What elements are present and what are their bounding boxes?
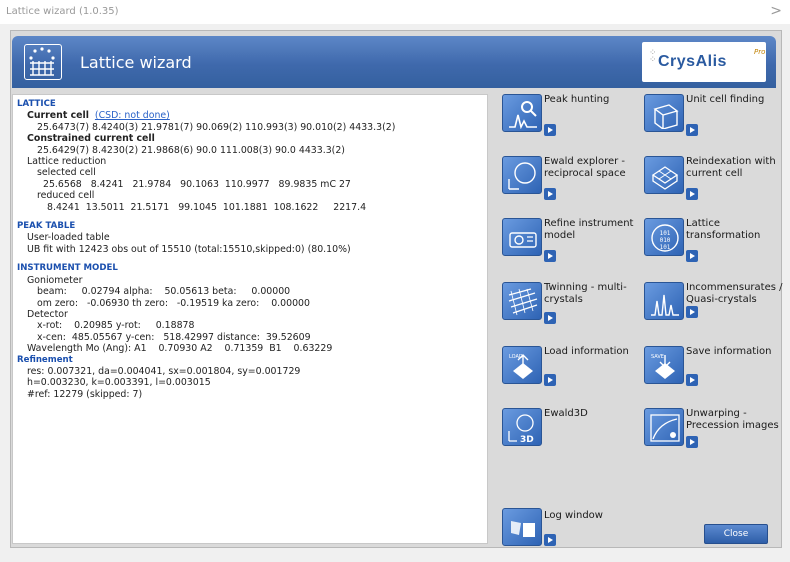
- peak-hunting-icon: [502, 94, 542, 132]
- wavelength-values: Wavelength Mo (Ang): A1 0.70930 A2 0.713…: [27, 343, 333, 355]
- lattice-transformation-go-icon[interactable]: [686, 250, 698, 262]
- ewald3d-label: Ewald3D: [544, 408, 588, 419]
- actions-panel: Peak hunting Unit cell finding Ewald exp…: [498, 88, 783, 546]
- log-window-label: Log window: [544, 510, 603, 521]
- twinning-button[interactable]: Twinning - multi-crystals: [502, 282, 648, 336]
- unit-cell-go-icon[interactable]: [686, 124, 698, 136]
- lattice-logo-icon: [24, 44, 62, 80]
- title-bar: Lattice wizard (1.0.35) >: [0, 0, 790, 24]
- refine-instrument-label: Refine instrument model: [544, 218, 634, 241]
- wizard-title: Lattice wizard: [80, 53, 192, 72]
- rot-values: x-rot: 0.20985 y-rot: 0.18878: [37, 320, 195, 332]
- instrument-model-heading: INSTRUMENT MODEL: [17, 263, 118, 274]
- peak-hunting-label: Peak hunting: [544, 94, 610, 105]
- load-go-icon[interactable]: [544, 374, 556, 386]
- lattice-transformation-label: Lattice transformation: [686, 218, 761, 241]
- load-information-label: Load information: [544, 346, 629, 357]
- reduced-cell-values: 8.4241 13.5011 21.5171 99.1045 101.1881 …: [47, 201, 367, 213]
- refinement-heading: Refinement: [17, 354, 73, 365]
- reindexation-label: Reindexation with current cell: [686, 156, 776, 179]
- detector-label: Detector: [27, 308, 68, 320]
- svg-text:010: 010: [660, 237, 671, 244]
- nref-values: #ref: 12279 (skipped: 7): [27, 388, 143, 400]
- brand-dots-icon: ⁘ ⁘: [649, 48, 657, 65]
- res-values: res: 0.007321, da=0.004041, sx=0.001804,…: [27, 365, 301, 377]
- unit-cell-icon: [644, 94, 684, 132]
- log-window-button[interactable]: Log window: [502, 508, 648, 562]
- brand-name: CrysAlis: [658, 53, 727, 70]
- current-cell-label: Current cell: [27, 110, 89, 122]
- peak-table-line-1: User-loaded table: [27, 232, 110, 244]
- ewald-explorer-label: Ewald explorer - reciprocal space: [544, 156, 626, 179]
- svg-text:3D: 3D: [520, 435, 534, 443]
- log-window-go-icon[interactable]: [544, 534, 556, 546]
- current-cell-row: Current cell (CSD: not done): [17, 110, 487, 121]
- window-close-icon[interactable]: >: [770, 3, 782, 19]
- close-button[interactable]: Close: [704, 524, 768, 544]
- goniometer-label: Goniometer: [27, 274, 83, 286]
- unwarping-go-icon[interactable]: [686, 436, 698, 448]
- hkl-values: h=0.003230, k=0.003391, l=0.003015: [27, 377, 211, 389]
- crysalis-logo: ⁘ ⁘ CrysAlis Pro: [642, 42, 766, 82]
- svg-text:101: 101: [660, 244, 671, 251]
- twinning-icon: [502, 282, 542, 320]
- ewald3d-icon: 3D: [502, 408, 542, 446]
- constrained-cell-label: Constrained current cell: [27, 133, 155, 145]
- log-window-icon: [502, 508, 542, 546]
- svg-text:SAVE: SAVE: [651, 354, 664, 360]
- wizard-banner: Lattice wizard ⁘ ⁘ CrysAlis Pro: [12, 36, 776, 88]
- om-zero-values: om zero: -0.06930 th zero: -0.19519 ka z…: [37, 297, 310, 309]
- save-go-icon[interactable]: [686, 374, 698, 386]
- csd-link[interactable]: (CSD: not done): [95, 110, 170, 121]
- save-information-label: Save information: [686, 346, 772, 357]
- save-information-button[interactable]: SAVE Save information: [644, 346, 790, 400]
- peak-table-line-2: UB fit with 12423 obs out of 15510 (tota…: [27, 243, 351, 255]
- reindexation-go-icon[interactable]: [686, 188, 698, 200]
- incommensurates-go-icon[interactable]: [686, 306, 698, 318]
- selected-cell-values: 25.6568 8.4241 21.9784 90.1063 110.9977 …: [43, 178, 351, 190]
- unwarping-icon: [644, 408, 684, 446]
- ewald-explorer-icon: [502, 156, 542, 194]
- reindexation-button[interactable]: Reindexation with current cell: [644, 156, 790, 210]
- lattice-info-panel: LATTICE Current cell (CSD: not done) 25.6…: [12, 94, 488, 544]
- unit-cell-finding-label: Unit cell finding: [686, 94, 765, 105]
- twinning-go-icon[interactable]: [544, 312, 556, 324]
- save-icon: SAVE: [644, 346, 684, 384]
- unit-cell-finding-button[interactable]: Unit cell finding: [644, 94, 790, 148]
- load-icon: LOAD: [502, 346, 542, 384]
- svg-text:101: 101: [660, 230, 671, 237]
- twinning-label: Twinning - multi-crystals: [544, 282, 627, 305]
- constrained-cell-values: 25.6429(7) 8.4230(2) 21.9868(6) 90.0 111…: [37, 144, 345, 156]
- selected-cell-label: selected cell: [37, 167, 96, 179]
- lattice-transformation-icon: 101 010 101: [644, 218, 684, 256]
- incommensurates-icon: [644, 282, 684, 320]
- ewald-explorer-button[interactable]: Ewald explorer - reciprocal space: [502, 156, 648, 210]
- incommensurates-label: Incommensurates / Quasi-crystals: [686, 282, 783, 305]
- peak-hunting-button[interactable]: Peak hunting: [502, 94, 648, 148]
- ewald-explorer-go-icon[interactable]: [544, 188, 556, 200]
- incommensurates-button[interactable]: Incommensurates / Quasi-crystals: [644, 282, 790, 336]
- peak-table-heading: PEAK TABLE: [17, 221, 76, 232]
- brand-superscript: Pro: [754, 48, 766, 56]
- peak-hunting-go-icon[interactable]: [544, 124, 556, 136]
- lattice-reduction-label: Lattice reduction: [27, 156, 107, 168]
- refine-instrument-icon: [502, 218, 542, 256]
- window-title: Lattice wizard (1.0.35): [6, 6, 119, 17]
- unwarping-label: Unwarping - Precession images: [686, 408, 779, 431]
- ewald3d-button[interactable]: 3D Ewald3D: [502, 408, 648, 462]
- reindexation-icon: [644, 156, 684, 194]
- unwarping-button[interactable]: Unwarping - Precession images: [644, 408, 790, 462]
- refine-instrument-model-button[interactable]: Refine instrument model: [502, 218, 648, 272]
- load-information-button[interactable]: LOAD Load information: [502, 346, 648, 400]
- reduced-cell-label: reduced cell: [37, 190, 95, 202]
- current-cell-values: 25.6473(7) 8.4240(3) 21.9781(7) 90.069(2…: [37, 121, 396, 133]
- lattice-heading: LATTICE: [17, 99, 56, 109]
- cen-values: x-cen: 485.05567 y-cen: 518.42997 distan…: [37, 331, 311, 343]
- refine-instrument-go-icon[interactable]: [544, 250, 556, 262]
- lattice-transformation-button[interactable]: 101 010 101 Lattice transformation: [644, 218, 790, 272]
- beam-values: beam: 0.02794 alpha: 50.05613 beta: 0.00…: [37, 286, 291, 298]
